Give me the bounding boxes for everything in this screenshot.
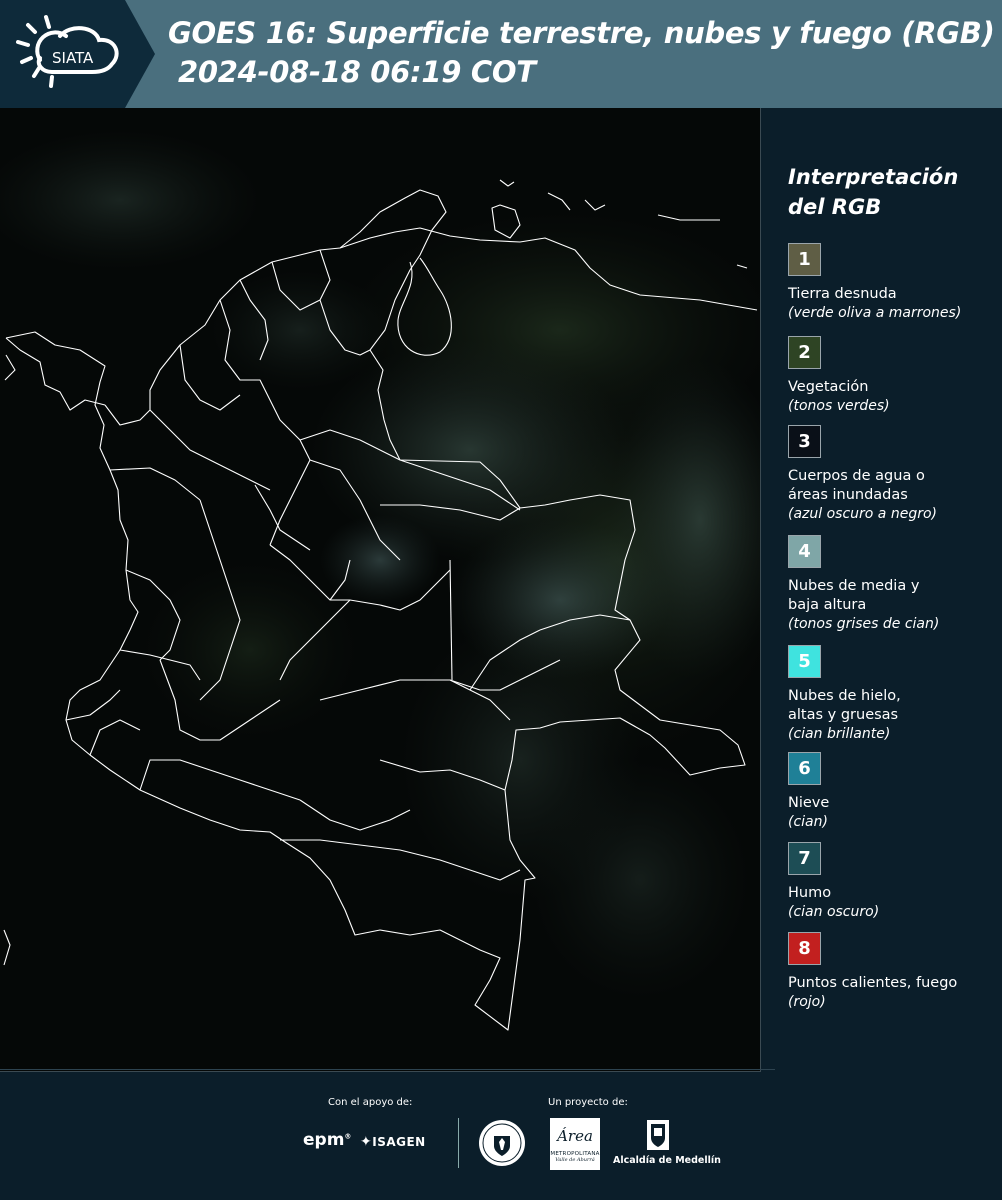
alcaldia-medellin-logo: Alcaldía de Medellín — [613, 1118, 721, 1170]
alcaldia-text: Alcaldía de Medellín — [613, 1155, 721, 1166]
legend-description: (rojo) — [788, 994, 826, 1010]
legend-swatch: 6 — [788, 752, 821, 785]
legend-item: 2 Vegetación (tonos verdes) — [788, 336, 993, 416]
legend-description: (cian brillante) — [788, 726, 891, 742]
legend-label: Cuerpos de agua o áreas inundadas (azul os… — [788, 467, 993, 524]
footer-divider-line — [0, 1069, 775, 1070]
siata-brand-text: SIATA — [52, 49, 94, 67]
project-caption: Un proyecto de: — [548, 1097, 628, 1108]
epm-logo-text: epm — [303, 1130, 345, 1150]
legend-description: (tonos verdes) — [788, 398, 890, 414]
seal-logo — [477, 1118, 527, 1168]
legend-item: 5 Nubes de hielo, altas y gruesas (cian bri… — [788, 645, 993, 744]
legend-title-line2: del RGB — [788, 195, 882, 219]
legend-label-line: Vegetación — [788, 379, 869, 395]
page-title: GOES 16: Superficie terrestre, nubes y f… — [168, 16, 995, 50]
legend-label-line: Puntos calientes, fuego — [788, 975, 958, 991]
legend-description: (cian oscuro) — [788, 904, 880, 920]
legend-item: 1 Tierra desnuda (verde oliva a marrones) — [788, 243, 993, 323]
legend-label-line: Cuerpos de agua o — [788, 468, 925, 484]
legend-item: 3 Cuerpos de agua o áreas inundadas (azul o… — [788, 425, 993, 524]
legend-label-line: Nubes de media y — [788, 578, 920, 594]
legend-swatch: 1 — [788, 243, 821, 276]
isagen-logo-text: ISAGEN — [372, 1135, 426, 1149]
legend-label: Nieve (cian) — [788, 794, 993, 832]
legend-item: 8 Puntos calientes, fuego (rojo) — [788, 932, 993, 1012]
legend-swatch: 3 — [788, 425, 821, 458]
legend-description: (azul oscuro a negro) — [788, 506, 937, 522]
legend-description: (tonos grises de cian) — [788, 616, 940, 632]
legend-label: Tierra desnuda (verde oliva a marrones) — [788, 285, 993, 323]
epm-logo: epm® — [303, 1130, 352, 1150]
legend-label-line: altas y gruesas — [788, 707, 899, 723]
area-logo-line2: Valle de Aburrá — [555, 1157, 595, 1163]
legend-description: (cian) — [788, 814, 828, 830]
legend-label: Nubes de media y baja altura (tonos grises… — [788, 577, 993, 634]
legend-swatch: 2 — [788, 336, 821, 369]
legend-item: 4 Nubes de media y baja altura (tonos grise… — [788, 535, 993, 634]
legend-swatch: 8 — [788, 932, 821, 965]
legend-label-line: Nubes de hielo, — [788, 688, 901, 704]
legend-label-line: Humo — [788, 885, 832, 901]
siata-logo: SIATA — [0, 0, 155, 108]
footer-logo-divider — [458, 1118, 459, 1168]
legend-swatch: 4 — [788, 535, 821, 568]
legend-description: (verde oliva a marrones) — [788, 305, 962, 321]
legend-item: 7 Humo (cian oscuro) — [788, 842, 993, 922]
legend-swatch: 5 — [788, 645, 821, 678]
area-logo-script: Área — [557, 1127, 593, 1145]
area-metropolitana-logo: Área METROPOLITANA Valle de Aburrá — [550, 1118, 600, 1170]
legend-label: Puntos calientes, fuego (rojo) — [788, 974, 993, 1012]
timestamp-subtitle: 2024-08-18 06:19 COT — [178, 55, 536, 89]
legend-swatch: 7 — [788, 842, 821, 875]
support-caption: Con el apoyo de: — [328, 1097, 413, 1108]
legend-title: Interpretación del RGB — [788, 162, 993, 222]
isagen-logo: ✦ISAGEN — [360, 1134, 426, 1150]
legend-label-line: Tierra desnuda — [788, 286, 897, 302]
legend-label-line: baja altura — [788, 597, 867, 613]
legend-label-line: Nieve — [788, 795, 830, 811]
satellite-map[interactable] — [0, 108, 761, 1072]
legend-item: 6 Nieve (cian) — [788, 752, 993, 832]
legend-label: Nubes de hielo, altas y gruesas (cian bril… — [788, 687, 993, 744]
legend-title-line1: Interpretación — [788, 165, 959, 189]
rgb-legend: Interpretación del RGB — [788, 162, 993, 240]
legend-label-line: áreas inundadas — [788, 487, 908, 503]
legend-label: Vegetación (tonos verdes) — [788, 378, 993, 416]
medellin-shield-icon — [647, 1120, 669, 1150]
legend-label: Humo (cian oscuro) — [788, 884, 993, 922]
